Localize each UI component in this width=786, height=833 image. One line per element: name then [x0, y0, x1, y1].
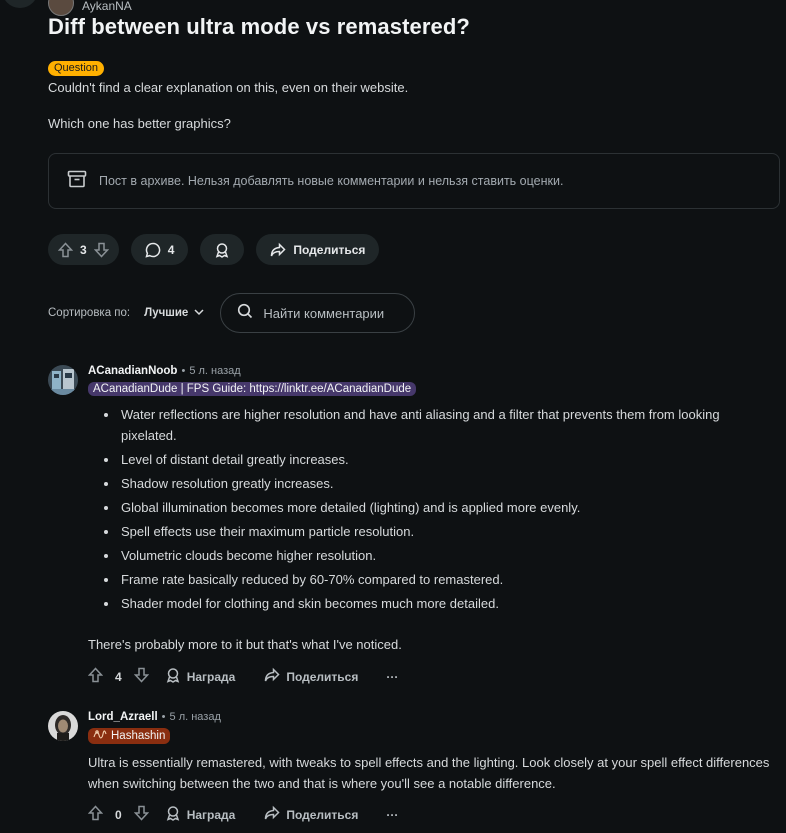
award-icon: [165, 667, 181, 686]
comment-sort-bar: Сортировка по: Лучшие: [48, 293, 416, 333]
post-vote-pill: 3: [48, 234, 119, 265]
sort-value: Лучшие: [144, 307, 189, 319]
chevron-down-icon: [194, 307, 204, 319]
list-item: Shadow resolution greatly increases.: [119, 474, 768, 495]
comment-closing-text: There's probably more to it but that's w…: [88, 637, 402, 652]
share-label: Поделиться: [286, 669, 359, 684]
comment-text: Ultra is essentially remastered, with tw…: [88, 755, 770, 791]
comment-avatar[interactable]: [48, 711, 78, 741]
list-item: Shader model for clothing and skin becom…: [119, 594, 768, 615]
list-item: Volumetric clouds become higher resoluti…: [119, 546, 768, 567]
comment-vote-count: 4: [115, 669, 122, 684]
comment-header: Lord_Azraell • 5 л. назад: [88, 711, 221, 723]
downvote-icon[interactable]: [93, 242, 109, 258]
user-flair: Hashashin: [88, 728, 171, 744]
post-body-line: Which one has better graphics?: [48, 116, 231, 131]
share-label: Поделиться: [293, 242, 366, 257]
user-flair-text: Hashashin: [111, 730, 166, 742]
flair-emblem-icon: [93, 729, 107, 743]
comment-icon: [145, 242, 161, 258]
post-body-line: Couldn't find a clear explanation on thi…: [48, 80, 409, 95]
comment-author[interactable]: ACanadianNoob: [88, 365, 177, 377]
comment-avatar[interactable]: [48, 365, 78, 395]
sort-label: Сортировка по:: [48, 307, 131, 319]
list-item: Frame rate basically reduced by 60-70% c…: [119, 570, 768, 591]
list-item: Spell effects use their maximum particle…: [119, 522, 768, 543]
upvote-icon[interactable]: [87, 805, 104, 824]
comment-action-bar: 0 Награда Поделиться ···: [87, 805, 398, 824]
post-flair[interactable]: Question: [48, 61, 105, 76]
award-label: Награда: [186, 807, 236, 822]
user-flair: ACanadianDude | FPS Guide: https://linkt…: [88, 382, 417, 396]
upvote-icon[interactable]: [87, 667, 104, 686]
comment-share-button[interactable]: Поделиться: [264, 805, 358, 824]
award-label: Награда: [186, 669, 236, 684]
back-button[interactable]: [2, 0, 38, 8]
post-title: Diff between ultra mode vs remastered?: [48, 14, 470, 39]
comment-vote: 4: [87, 667, 149, 686]
award-icon: [165, 805, 181, 824]
comment-author[interactable]: Lord_Azraell: [88, 711, 158, 723]
upvote-icon[interactable]: [58, 241, 73, 258]
comment-time[interactable]: 5 л. назад: [189, 365, 240, 377]
sort-dropdown[interactable]: Лучшие: [144, 307, 204, 319]
comment-count: 4: [167, 242, 175, 257]
separator-dot: •: [181, 365, 186, 377]
comment-header: ACanadianNoob • 5 л. назад: [88, 365, 241, 377]
comment: Lord_Azraell • 5 л. назад Hashashin Ultr…: [48, 711, 778, 831]
downvote-icon[interactable]: [133, 667, 149, 686]
award-icon: [214, 242, 230, 258]
comment-search-box[interactable]: [220, 293, 416, 333]
comment-more-button[interactable]: ···: [386, 808, 398, 822]
comment-bullet-list: Water reflections are higher resolution …: [88, 405, 768, 618]
separator-dot: •: [161, 711, 166, 723]
share-button[interactable]: Поделиться: [256, 234, 380, 265]
share-icon: [270, 242, 286, 258]
archived-notice: Пост в архиве. Нельзя добавлять новые ко…: [48, 153, 780, 209]
share-label: Поделиться: [286, 807, 359, 822]
comment-vote: 0: [87, 805, 149, 824]
comment-action-bar: 4 Награда Поделиться ···: [87, 667, 398, 686]
comment-time[interactable]: 5 л. назад: [170, 711, 221, 723]
comment: ACanadianNoob • 5 л. назад ACanadianDude…: [48, 365, 778, 695]
more-icon: ···: [386, 669, 399, 684]
downvote-icon[interactable]: [133, 805, 149, 824]
list-item: Level of distant detail greatly increase…: [119, 450, 768, 471]
comment-award-button[interactable]: Награда: [165, 805, 236, 824]
comment-share-button[interactable]: Поделиться: [264, 667, 358, 686]
comments-button[interactable]: 4: [130, 234, 189, 265]
archive-icon: [67, 170, 87, 193]
award-button[interactable]: [200, 234, 245, 265]
archived-notice-text: Пост в архиве. Нельзя добавлять новые ко…: [99, 174, 564, 188]
post-action-bar: 3 4 Поделиться: [48, 234, 380, 265]
comment-more-button[interactable]: ···: [386, 670, 398, 684]
list-item: Global illumination becomes more detaile…: [119, 498, 768, 519]
post-author-name[interactable]: AykanNA: [82, 0, 132, 13]
reddit-post-page: AykanNA Diff between ultra mode vs remas…: [0, 0, 786, 833]
share-icon: [264, 667, 280, 686]
post-vote-count: 3: [80, 242, 87, 257]
comment-search-input[interactable]: [263, 305, 404, 321]
list-item: Water reflections are higher resolution …: [119, 405, 768, 446]
comment-vote-count: 0: [115, 807, 122, 822]
more-icon: ···: [386, 807, 399, 822]
search-icon: [237, 303, 253, 324]
comment-award-button[interactable]: Награда: [165, 667, 236, 686]
share-icon: [264, 805, 280, 824]
